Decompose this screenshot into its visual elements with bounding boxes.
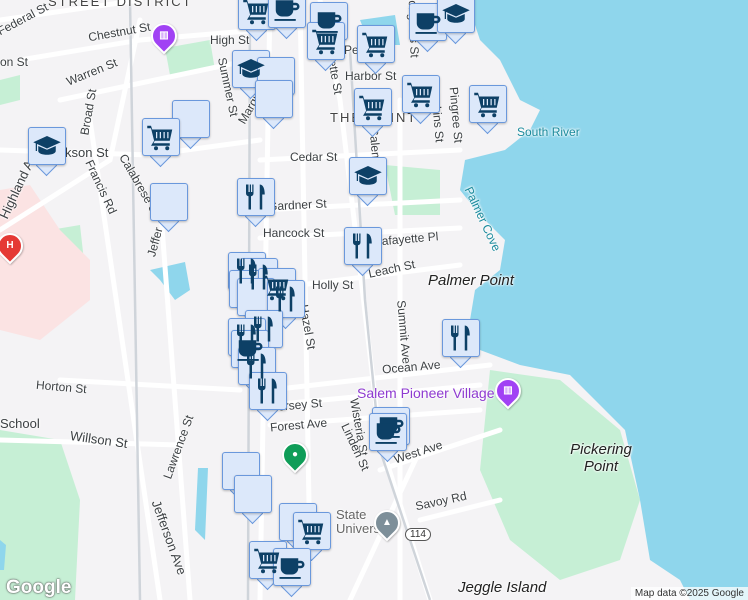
marker-box <box>172 100 210 138</box>
cart-icon <box>146 122 176 152</box>
route-shield: 114 <box>405 528 431 541</box>
shopping-bag-icon <box>241 282 271 312</box>
cart-marker[interactable] <box>307 22 345 72</box>
cart-icon <box>361 29 391 59</box>
marker-box <box>237 278 275 316</box>
place-label: Pickering Point <box>570 441 632 475</box>
shopping-bag-marker[interactable] <box>255 80 293 130</box>
marker-box <box>267 280 305 318</box>
shopping-bag-icon <box>259 84 289 114</box>
cart-icon <box>311 26 341 56</box>
water-label: South River <box>517 125 580 139</box>
cart-icon <box>406 79 436 109</box>
marker-box <box>469 85 507 123</box>
coffee-marker[interactable] <box>369 413 407 463</box>
marker-box <box>238 0 276 30</box>
graduation-cap-marker[interactable] <box>28 127 66 177</box>
shopping-bag-icon <box>154 187 184 217</box>
coffee-icon <box>373 417 403 447</box>
marker-box <box>349 157 387 195</box>
marker-box <box>150 183 188 221</box>
street-label: Hancock St <box>263 226 325 240</box>
google-logo: Google <box>6 577 72 598</box>
park-icon: ● <box>291 449 299 460</box>
cart-marker[interactable] <box>402 75 440 125</box>
marker-box <box>344 227 382 265</box>
shopping-bag-marker[interactable] <box>234 475 272 525</box>
street-label: Holly St <box>312 278 354 292</box>
street-label: Harbor St <box>345 69 397 83</box>
coffee-marker[interactable] <box>273 548 311 598</box>
marker-box <box>437 0 475 33</box>
restaurant-marker[interactable] <box>442 319 480 369</box>
cart-icon <box>242 0 272 26</box>
restaurant-marker[interactable] <box>237 178 275 228</box>
street-label: kson St <box>65 145 109 160</box>
coffee-icon <box>272 0 302 24</box>
marker-box <box>268 0 306 28</box>
marker-box <box>255 80 293 118</box>
graduation-cap-marker[interactable] <box>349 157 387 207</box>
marker-box <box>234 475 272 513</box>
cart-icon <box>473 89 503 119</box>
place-label: Jeggle Island <box>458 579 547 596</box>
cart-marker[interactable] <box>469 85 507 135</box>
street-label: Cedar St <box>290 150 338 164</box>
cart-marker[interactable] <box>354 88 392 138</box>
hospital-icon: H <box>6 240 14 251</box>
marker-box <box>357 25 395 63</box>
place-label: Palmer Point <box>428 272 514 289</box>
marker-box <box>402 75 440 113</box>
museum-icon: ▥ <box>503 385 513 396</box>
restaurant-marker[interactable] <box>344 227 382 277</box>
museum-icon: ▥ <box>159 30 169 41</box>
coffee-icon <box>277 552 307 582</box>
coffee-marker[interactable] <box>268 0 306 40</box>
shopping-bag-icon <box>238 479 268 509</box>
restaurant-icon <box>446 323 476 353</box>
graduation-cap-icon <box>353 161 383 191</box>
marker-box <box>28 127 66 165</box>
marker-box <box>142 118 180 156</box>
cart-icon <box>297 516 327 546</box>
restaurant-icon <box>348 231 378 261</box>
graduation-cap-icon: ▲ <box>382 517 392 528</box>
poi-label-pioneer-village[interactable]: Salem Pioneer Village <box>357 385 495 401</box>
marker-box <box>442 319 480 357</box>
place-label: School <box>0 416 40 431</box>
marker-box <box>307 22 345 60</box>
cart-marker[interactable] <box>142 118 180 168</box>
street-label: on St <box>0 55 29 69</box>
coffee-icon <box>413 7 443 37</box>
marker-box <box>273 548 311 586</box>
map-attribution[interactable]: Map data ©2025 Google <box>630 587 748 600</box>
marker-box <box>237 178 275 216</box>
marker-box <box>293 512 331 550</box>
cart-marker[interactable] <box>357 25 395 75</box>
marker-box <box>354 88 392 126</box>
graduation-cap-icon <box>32 131 62 161</box>
cart-icon <box>358 92 388 122</box>
graduation-cap-icon <box>441 0 471 29</box>
marker-box <box>369 413 407 451</box>
restaurant-icon <box>271 284 301 314</box>
restaurant-icon <box>253 376 283 406</box>
shopping-bag-marker[interactable] <box>150 183 188 233</box>
district-label: STREET DISTRICT <box>48 0 193 9</box>
restaurant-marker[interactable] <box>249 372 287 422</box>
shopping-bag-icon <box>176 104 206 134</box>
restaurant-icon <box>241 182 271 212</box>
marker-box <box>249 372 287 410</box>
